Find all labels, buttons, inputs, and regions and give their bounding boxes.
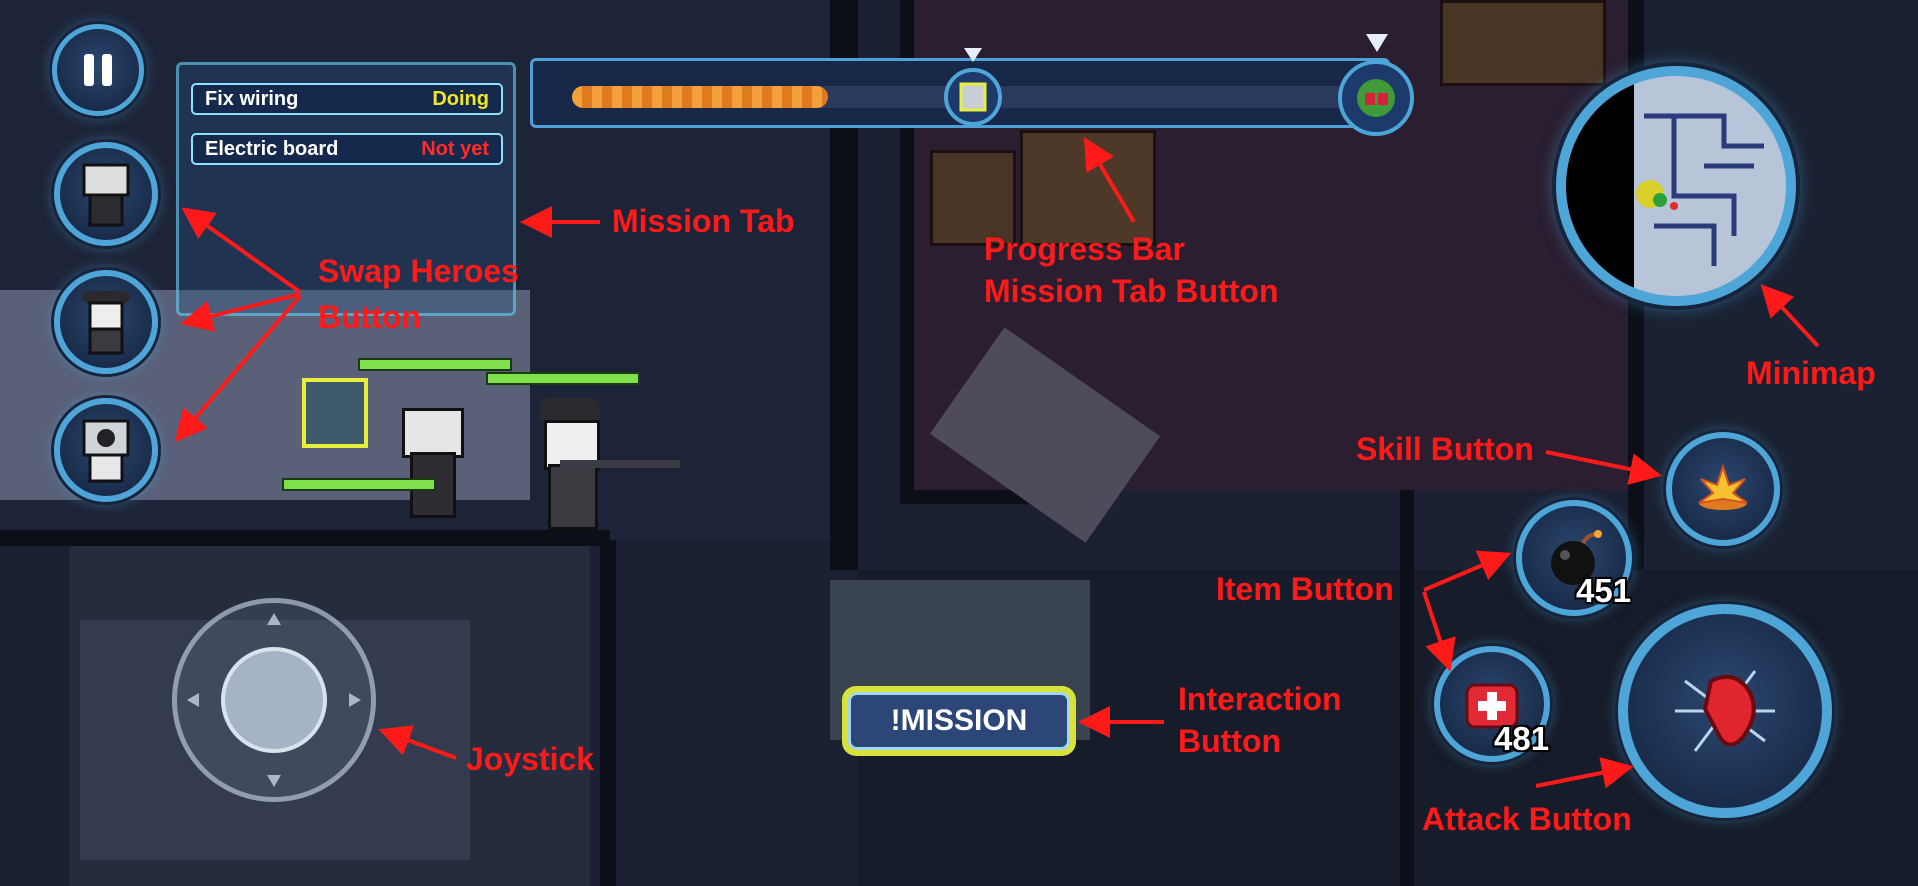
arrow-attack-button <box>1535 757 1634 789</box>
arrow-progress-bar <box>1083 137 1136 224</box>
arrow-item-button-bomb <box>1423 550 1512 592</box>
annotation-arrows <box>174 137 1820 789</box>
arrow-joystick <box>378 725 457 760</box>
arrow-minimap <box>1760 284 1820 348</box>
arrow-swap-hero-3 <box>174 294 302 443</box>
arrow-item-button-medkit <box>1422 591 1456 672</box>
arrow-swap-hero-1 <box>181 207 302 294</box>
arrow-skill-button <box>1545 450 1662 485</box>
